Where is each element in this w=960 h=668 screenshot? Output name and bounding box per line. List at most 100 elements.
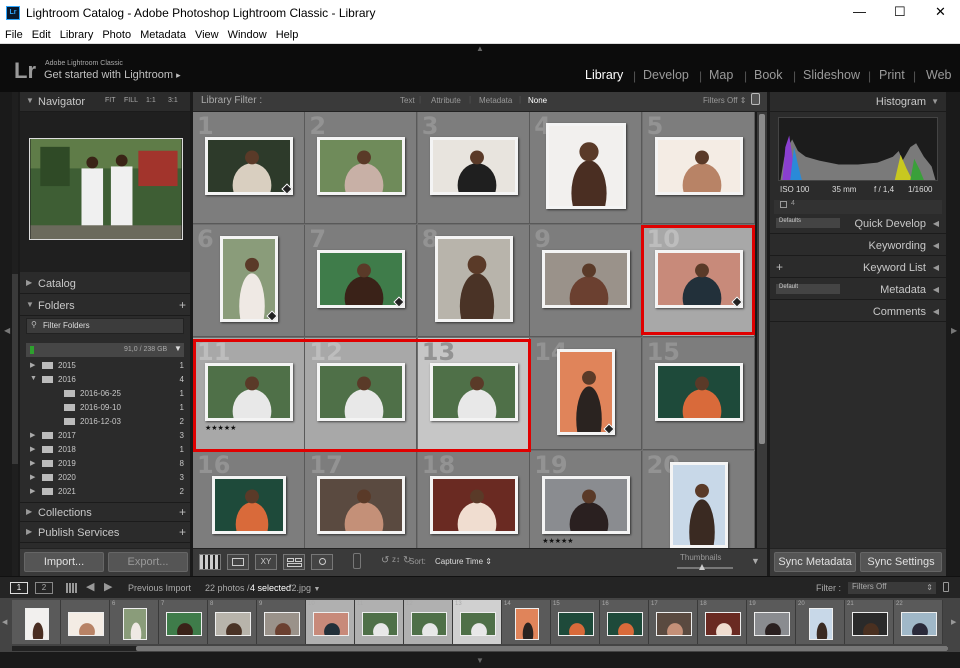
catalog-header[interactable]: ▶ Catalog [20, 274, 190, 294]
grid-cell[interactable]: 5 [642, 112, 755, 224]
thumbnail-size-slider[interactable] [677, 567, 733, 569]
photo-thumbnail[interactable] [429, 476, 518, 534]
filmstrip-cell[interactable]: 21 [845, 600, 894, 644]
crop-tool-icon[interactable] [780, 201, 787, 208]
collapsed-triangle-icon[interactable]: ▶ [30, 445, 35, 453]
filmstrip-cell[interactable]: 6 [110, 600, 159, 644]
collapse-top-arrow-icon[interactable]: ▲ [476, 44, 484, 53]
collapsed-triangle-icon[interactable]: ▶ [30, 361, 35, 369]
grid-cell[interactable]: 9 [530, 225, 643, 337]
film-thumbnail[interactable] [312, 612, 349, 636]
back-arrow-icon[interactable]: ◀ [86, 580, 94, 593]
grid-cell[interactable]: 20 [642, 451, 755, 548]
metadata-header[interactable]: Default Metadata ◀ [770, 280, 946, 300]
grid-cell[interactable]: 1 [193, 112, 305, 224]
film-thumbnail[interactable] [361, 612, 398, 636]
grid-cell[interactable]: 19 ★★★★★ [530, 451, 643, 548]
filmstrip-cell[interactable]: 13 [453, 600, 502, 644]
collapsed-triangle-icon[interactable]: ▶ [30, 473, 35, 481]
collapsed-triangle-icon[interactable]: ▶ [30, 487, 35, 495]
filter-tab-metadata[interactable]: Metadata [479, 96, 512, 105]
folder-row-2016-12-03[interactable]: 2016-12-03 2 [28, 416, 186, 429]
grid-view-icon[interactable] [199, 554, 221, 570]
current-file[interactable]: /2.jpg ▼ [289, 583, 320, 593]
folder-row-2019[interactable]: ▶ 2019 8 [28, 458, 186, 471]
photo-thumbnail[interactable] [669, 462, 728, 548]
sort-direction-icon[interactable]: z↕ [392, 555, 400, 564]
filmstrip-cell[interactable]: 19 [747, 600, 796, 644]
publish-services-header[interactable]: ▶ Publish Services + [20, 523, 190, 543]
compare-view-icon[interactable]: XY [255, 554, 277, 570]
menu-metadata[interactable]: Metadata [135, 26, 190, 41]
get-started-link[interactable]: Get started with Lightroom ▸ [44, 69, 181, 81]
menu-window[interactable]: Window [223, 26, 271, 41]
filter-tab-attribute[interactable]: Attribute [431, 96, 461, 105]
keywording-header[interactable]: Keywording ◀ [770, 236, 946, 256]
menu-help[interactable]: Help [271, 26, 303, 41]
zoom-1-1[interactable]: 1:1 [146, 97, 156, 104]
photo-thumbnail[interactable] [205, 363, 293, 421]
filter-preset-dropdown[interactable]: Filters Off ⇕ [703, 96, 746, 105]
film-thumbnail[interactable] [24, 608, 49, 640]
film-thumbnail[interactable] [606, 612, 643, 636]
folder-row-2018[interactable]: ▶ 2018 1 [28, 444, 186, 457]
photo-thumbnail[interactable] [434, 236, 513, 322]
photo-thumbnail[interactable] [429, 137, 518, 195]
grid-cell[interactable]: 8 [417, 225, 530, 337]
module-web[interactable]: Web [926, 68, 951, 82]
forward-arrow-icon[interactable]: ▶ [104, 580, 112, 593]
photo-thumbnail[interactable] [317, 250, 406, 308]
collapsed-triangle-icon[interactable]: ▶ [30, 459, 35, 467]
film-thumbnail[interactable] [263, 612, 300, 636]
add-collection-icon[interactable]: + [179, 505, 186, 519]
filmstrip-filter-dropdown[interactable]: Filters Off ⇕ [848, 582, 936, 594]
photo-thumbnail[interactable] [557, 349, 616, 435]
grid-cell[interactable]: 10 [642, 225, 755, 337]
filter-folders-field[interactable]: ⚲ Filter Folders [26, 318, 184, 334]
photo-thumbnail[interactable] [212, 476, 286, 534]
zoom-3-1[interactable]: 3:1 [168, 97, 178, 104]
grid-cell[interactable]: 17 [305, 451, 418, 548]
grid-cell[interactable]: 18 [417, 451, 530, 548]
filmstrip-cell[interactable]: 14 [502, 600, 551, 644]
zoom-fill[interactable]: FILL [124, 97, 138, 104]
secondary-window-button[interactable]: 2 [35, 582, 53, 594]
filmstrip-cell[interactable]: 17 [649, 600, 698, 644]
import-button[interactable]: Import... [24, 552, 104, 572]
rotate-left-icon[interactable]: ↺ [381, 555, 389, 566]
filmstrip-cell[interactable] [12, 600, 61, 644]
folder-row-2015[interactable]: ▶ 2015 1 [28, 360, 186, 373]
photo-thumbnail[interactable] [317, 363, 406, 421]
main-window-button[interactable]: 1 [10, 582, 28, 594]
photo-thumbnail[interactable] [429, 363, 518, 421]
film-thumbnail[interactable] [851, 612, 888, 636]
folder-row-2017[interactable]: ▶ 2017 3 [28, 430, 186, 443]
quick-develop-preset[interactable]: Defaults [776, 218, 840, 228]
right-panel-toggle-icon[interactable]: ▶ [951, 326, 957, 335]
photo-thumbnail[interactable] [205, 137, 293, 195]
module-slideshow[interactable]: Slideshow [803, 68, 860, 82]
filmstrip-scroll-right-icon[interactable]: ▶ [951, 618, 956, 626]
loupe-view-icon[interactable] [227, 554, 249, 570]
grid-cell[interactable]: 6 [193, 225, 305, 337]
film-thumbnail[interactable] [704, 612, 741, 636]
filter-lock-icon[interactable] [943, 582, 949, 592]
filter-tab-text[interactable]: Text [400, 96, 415, 105]
quick-develop-header[interactable]: Defaults Quick Develop ◀ [770, 214, 946, 234]
filmstrip-cell[interactable]: 16 [600, 600, 649, 644]
add-folder-icon[interactable]: + [179, 298, 186, 312]
navigator-header[interactable]: ▼ Navigator FIT FILL 1:1 3:1 [20, 92, 190, 112]
module-map[interactable]: Map [709, 68, 733, 82]
left-panel-scroll-thumb[interactable] [12, 274, 18, 464]
module-print[interactable]: Print [879, 68, 905, 82]
grid-cell[interactable]: 15 [642, 338, 755, 450]
menu-view[interactable]: View [190, 26, 223, 41]
minimize-button[interactable]: — [853, 4, 866, 19]
source-label[interactable]: Previous Import [128, 583, 191, 593]
filmstrip-cell[interactable]: 7 [159, 600, 208, 644]
photo-thumbnail[interactable] [542, 250, 631, 308]
menu-edit[interactable]: Edit [27, 26, 55, 41]
sort-dropdown[interactable]: Capture Time ⇕ [435, 557, 492, 566]
folder-row-2020[interactable]: ▶ 2020 3 [28, 472, 186, 485]
left-panel-toggle-icon[interactable]: ◀ [4, 326, 10, 335]
